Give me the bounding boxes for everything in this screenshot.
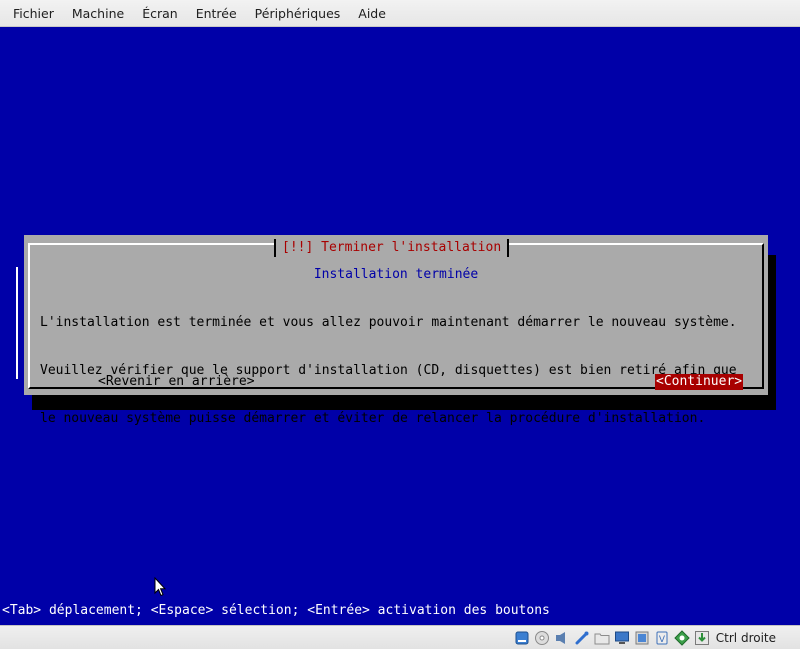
- display-icon[interactable]: [614, 630, 630, 646]
- menu-peripheriques[interactable]: Périphériques: [246, 0, 350, 27]
- menu-machine[interactable]: Machine: [63, 0, 133, 27]
- shared-folders-icon[interactable]: [594, 630, 610, 646]
- dialog-body-line: L'installation est terminée et vous alle…: [40, 315, 737, 330]
- hard-disk-icon[interactable]: [514, 630, 530, 646]
- dialog-title: [!!] Terminer l'installation: [274, 239, 510, 257]
- mouse-pointer-icon: [154, 577, 166, 597]
- menu-entree[interactable]: Entrée: [187, 0, 246, 27]
- vm-screen[interactable]: [!!] Terminer l'installation Installatio…: [0, 27, 800, 625]
- status-bar: V Ctrl droite: [0, 625, 800, 649]
- usb-icon[interactable]: [574, 630, 590, 646]
- dialog-subtitle: Installation terminée: [313, 267, 479, 282]
- audio-icon[interactable]: [554, 630, 570, 646]
- menu-ecran[interactable]: Écran: [133, 0, 187, 27]
- dialog-backdrop-edge: [16, 267, 24, 379]
- menu-bar: Fichier Machine Écran Entrée Périphériqu…: [0, 0, 800, 27]
- installer-dialog: [!!] Terminer l'installation Installatio…: [24, 235, 768, 426]
- dialog-body-line: le nouveau système puisse démarrer et év…: [40, 411, 706, 426]
- optical-drive-icon[interactable]: [534, 630, 550, 646]
- dialog-body: L'installation est terminée et vous alle…: [40, 283, 760, 459]
- dialog-shadow-right: [768, 255, 776, 410]
- keyboard-hint-line: <Tab> déplacement; <Espace> sélection; <…: [2, 603, 550, 618]
- go-back-button[interactable]: <Revenir en arrière>: [98, 374, 255, 390]
- mouse-integration-icon[interactable]: [674, 629, 690, 646]
- menu-aide[interactable]: Aide: [349, 0, 395, 27]
- download-icon[interactable]: [694, 630, 710, 646]
- video-capture-icon[interactable]: [634, 630, 650, 646]
- network-icon[interactable]: V: [654, 630, 670, 646]
- host-key-label: Ctrl droite: [715, 630, 776, 645]
- continue-button[interactable]: <Continuer>: [655, 374, 744, 390]
- svg-text:V: V: [659, 635, 666, 645]
- menu-fichier[interactable]: Fichier: [4, 0, 63, 27]
